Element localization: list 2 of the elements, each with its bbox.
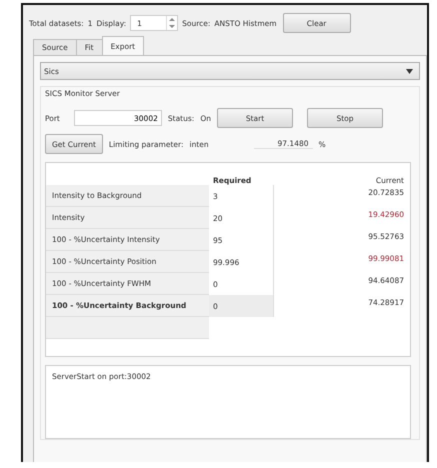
spin-arrows-icon[interactable] bbox=[168, 16, 176, 30]
caret-icon bbox=[406, 68, 413, 74]
